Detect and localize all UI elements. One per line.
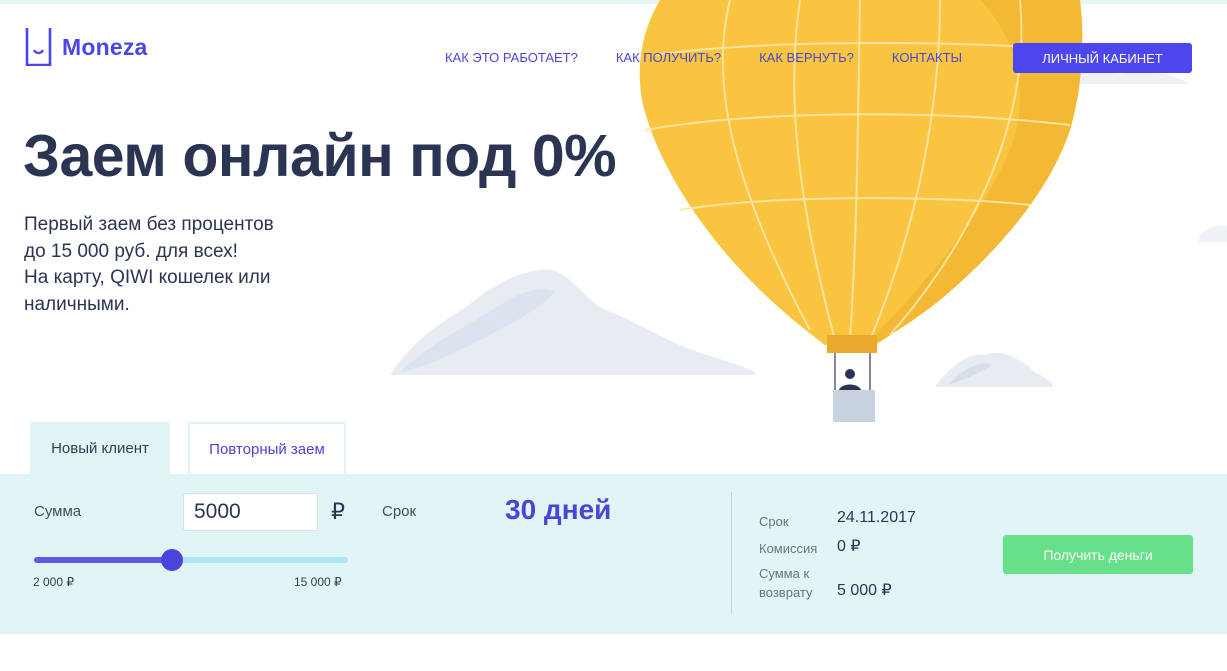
- personal-cabinet-button[interactable]: ЛИЧНЫЙ КАБИНЕТ: [1013, 43, 1192, 73]
- amount-slider-track[interactable]: [34, 557, 348, 563]
- sum-input[interactable]: [183, 493, 318, 531]
- nav-contacts[interactable]: КОНТАКТЫ: [892, 50, 962, 65]
- hero-subtitle-line: до 15 000 руб. для всех!: [24, 240, 238, 262]
- term-label: Срок: [382, 503, 417, 520]
- get-money-button[interactable]: Получить деньги: [1003, 535, 1193, 574]
- nav-how-it-works[interactable]: КАК ЭТО РАБОТАЕТ?: [445, 50, 578, 65]
- divider: [731, 492, 732, 614]
- amount-slider-handle[interactable]: [161, 549, 183, 571]
- slider-min-label: 2 000 ₽: [33, 575, 74, 589]
- loan-calculator: Сумма ₽ 2 000 ₽ 15 000 ₽ Срок 30 дней Ср…: [0, 474, 1227, 634]
- slider-max-label: 15 000 ₽: [294, 575, 342, 589]
- main-nav: КАК ЭТО РАБОТАЕТ? КАК ПОЛУЧИТЬ? КАК ВЕРН…: [445, 50, 1000, 65]
- hero-subtitle: Первый заем без процентов до 15 000 руб.…: [24, 212, 274, 318]
- hero-subtitle-line: Первый заем без процентов: [24, 214, 274, 235]
- sum-label: Сумма: [34, 503, 82, 520]
- due-date-label: Срок: [759, 514, 789, 529]
- hero-title: Заем онлайн под 0%: [23, 123, 617, 189]
- return-label-line: Сумма к: [759, 566, 810, 581]
- fee-label: Комиссия: [759, 541, 818, 556]
- cup-smile-icon: [25, 28, 52, 66]
- due-date-value: 24.11.2017: [837, 509, 916, 526]
- logo-text: Moneza: [62, 33, 148, 60]
- hero-subtitle-line: наличными.: [24, 293, 130, 315]
- return-label-line: возврату: [759, 585, 813, 600]
- amount-slider-fill: [34, 557, 172, 563]
- currency-symbol: ₽: [331, 499, 345, 524]
- return-label: Сумма к возврату: [759, 564, 813, 602]
- tab-repeat-loan[interactable]: Повторный заем: [188, 422, 346, 475]
- term-value: 30 дней: [505, 494, 612, 525]
- nav-how-to-get[interactable]: КАК ПОЛУЧИТЬ?: [616, 50, 721, 65]
- return-value: 5 000 ₽: [837, 582, 892, 599]
- tab-new-client[interactable]: Новый клиент: [30, 422, 170, 475]
- logo[interactable]: Moneza: [25, 28, 148, 66]
- nav-how-to-return[interactable]: КАК ВЕРНУТЬ?: [759, 50, 854, 65]
- hero-subtitle-line: На карту, QIWI кошелек или: [24, 267, 271, 288]
- fee-value: 0 ₽: [837, 538, 861, 555]
